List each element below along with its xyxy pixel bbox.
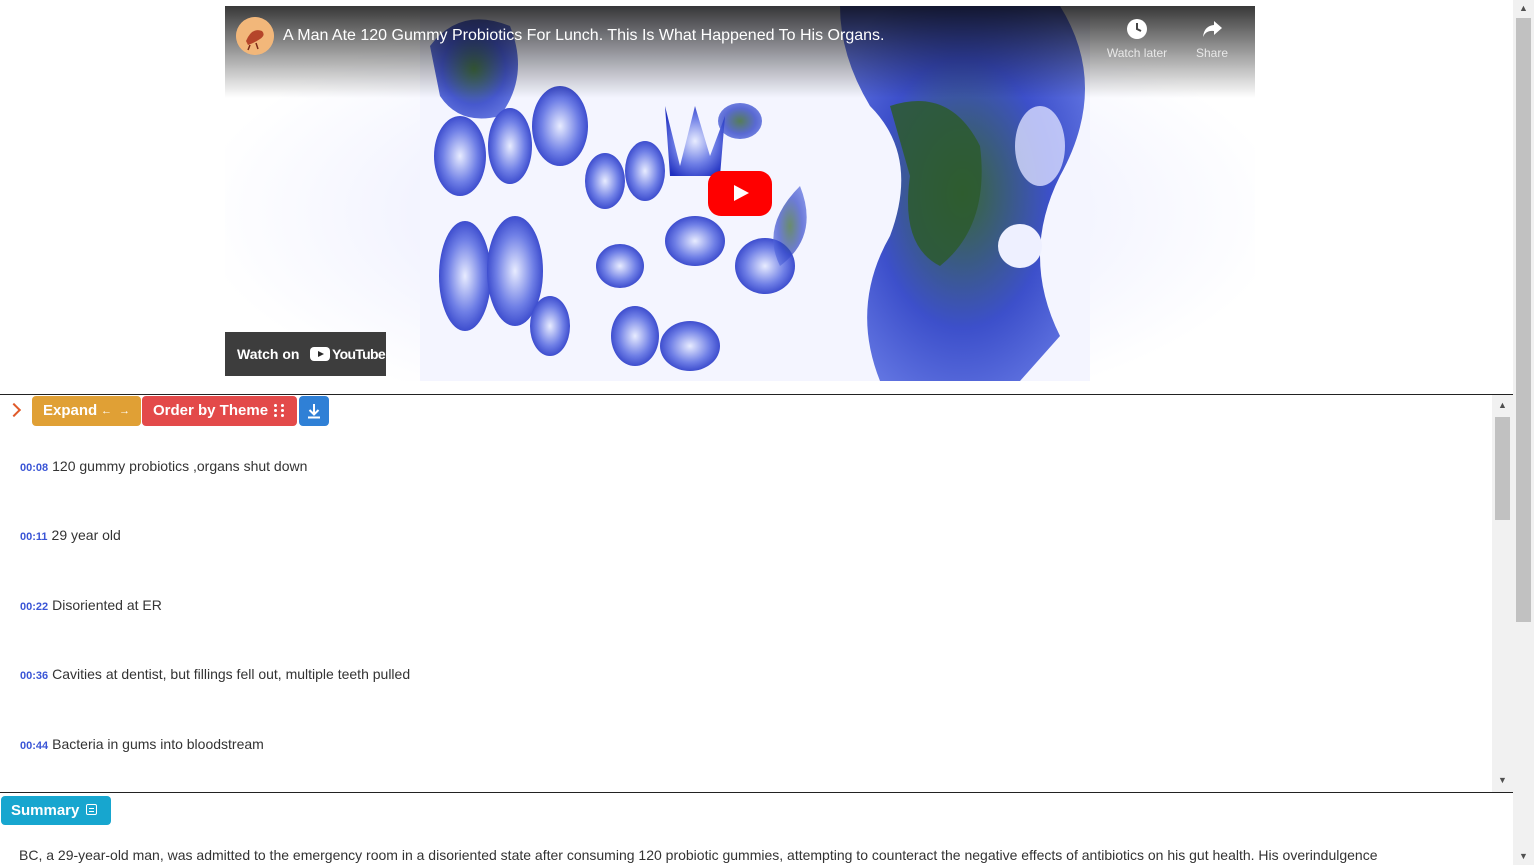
chevron-right-icon[interactable] [6, 402, 22, 418]
transcript-text: Bacteria in gums into bloodstream [52, 736, 264, 752]
panel-bottom-divider [0, 792, 1513, 793]
share-arrow-icon [1203, 21, 1222, 37]
transcript-scroll-thumb[interactable] [1495, 417, 1510, 520]
transcript-toolbar: Expand ← → Order by Theme [0, 395, 600, 427]
timestamp-link[interactable]: 00:22 [20, 601, 48, 613]
video-title-bar [225, 6, 1255, 98]
arrow-left-icon: ← [101, 405, 112, 417]
download-button[interactable] [299, 396, 329, 426]
transcript-entry: 00:08 120 gummy probiotics ,organs shut d… [20, 458, 307, 474]
timestamp-link[interactable]: 00:11 [20, 531, 48, 543]
transcript-text: 120 gummy probiotics ,organs shut down [52, 458, 308, 474]
play-icon [734, 185, 749, 201]
share-button[interactable]: Share [1177, 18, 1247, 60]
transcript-text: Cavities at dentist, but fillings fell o… [52, 666, 411, 682]
channel-logo-icon [236, 17, 274, 55]
clock-icon [1127, 19, 1147, 39]
page-scrollbar[interactable]: ▲ ▼ [1513, 0, 1534, 865]
timestamp-link[interactable]: 00:36 [20, 670, 48, 682]
youtube-video-embed[interactable]: A Man Ate 120 Gummy Probiotics For Lunch… [225, 6, 1255, 381]
drag-dots-icon [274, 404, 286, 418]
order-by-theme-button[interactable]: Order by Theme [142, 396, 297, 426]
summary-text: BC, a 29-year-old man, was admitted to t… [19, 847, 1378, 863]
watch-on-youtube-button[interactable]: Watch on YouTube [225, 332, 386, 376]
transcript-entry: 00:36 Cavities at dentist, but fillings f… [20, 666, 410, 682]
scroll-down-arrow-icon[interactable]: ▼ [1513, 848, 1534, 865]
scroll-down-arrow-icon[interactable]: ▼ [1492, 772, 1513, 789]
timestamp-link[interactable]: 00:08 [20, 462, 48, 474]
youtube-play-icon [310, 347, 330, 361]
summary-button[interactable]: Summary [1, 796, 111, 825]
calendar-list-icon [86, 804, 97, 815]
play-button[interactable] [708, 171, 772, 216]
transcript-entry: 00:44 Bacteria in gums into bloodstream [20, 736, 264, 752]
watch-on-label: Watch on [237, 346, 300, 362]
transcript-scrollbar[interactable]: ▲ ▼ [1492, 395, 1513, 792]
expand-button[interactable]: Expand ← → [32, 396, 141, 426]
channel-avatar[interactable] [236, 17, 274, 55]
transcript-entry: 00:22 Disoriented at ER [20, 597, 162, 613]
transcript-entry: 00:11 29 year old [20, 527, 121, 543]
download-icon [308, 404, 320, 419]
scroll-up-arrow-icon[interactable]: ▲ [1513, 0, 1534, 17]
video-title[interactable]: A Man Ate 120 Gummy Probiotics For Lunch… [283, 27, 884, 45]
watch-later-label: Watch later [1106, 46, 1168, 60]
expand-label: Expand [43, 402, 98, 419]
summary-label: Summary [11, 802, 80, 819]
arrow-right-icon: → [119, 405, 130, 417]
order-by-theme-label: Order by Theme [153, 402, 269, 419]
transcript-text: Disoriented at ER [52, 597, 162, 613]
page-scroll-thumb[interactable] [1516, 18, 1531, 622]
transcript-panel[interactable]: Expand ← → Order by Theme 00:08 120 gummy… [0, 395, 1513, 792]
scroll-up-arrow-icon[interactable]: ▲ [1492, 397, 1513, 414]
watch-later-button[interactable]: Watch later [1102, 18, 1172, 60]
youtube-logo: YouTube [310, 346, 386, 362]
transcript-text: 29 year old [51, 527, 121, 543]
timestamp-link[interactable]: 00:44 [20, 740, 48, 752]
youtube-wordmark: YouTube [332, 346, 386, 362]
share-label: Share [1195, 46, 1229, 60]
